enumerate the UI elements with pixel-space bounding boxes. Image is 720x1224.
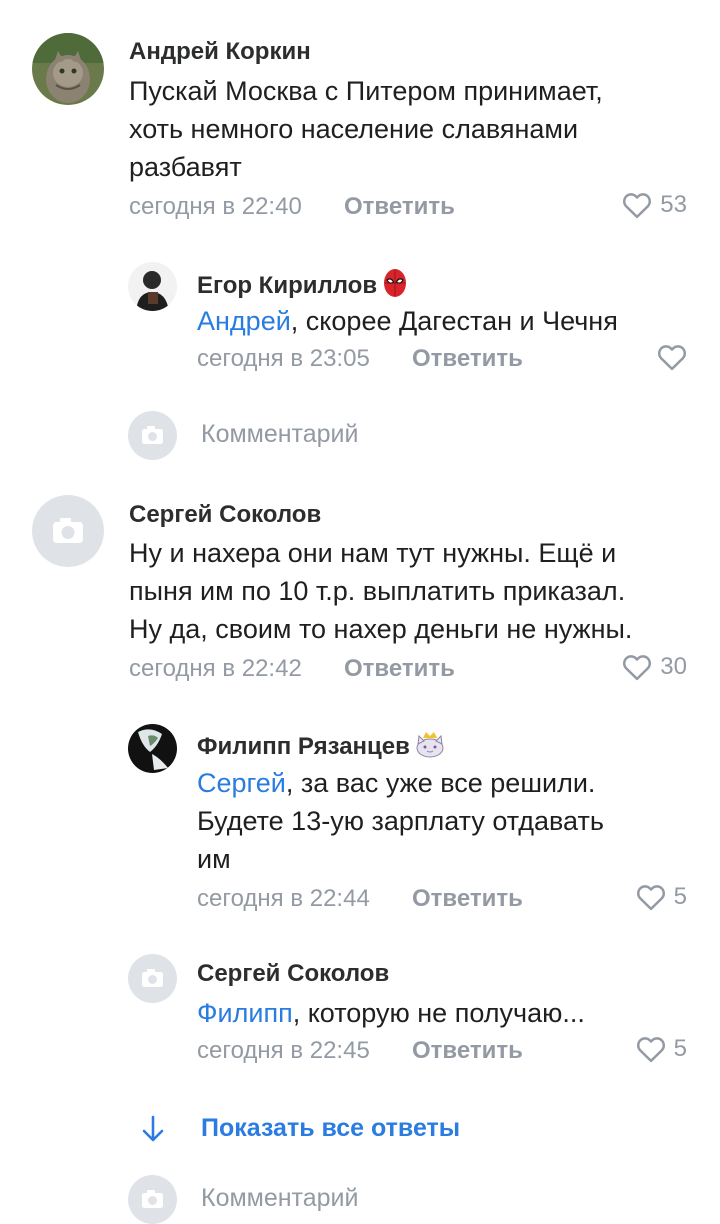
comment-author[interactable]: Сергей Соколов	[129, 501, 321, 529]
reply-timestamp: сегодня в 22:44	[197, 885, 370, 912]
like-count: 5	[673, 1035, 687, 1062]
camera-icon	[142, 969, 163, 987]
camera-icon	[53, 518, 83, 543]
comment-text: Ну и нахера они нам тут нужны. Ещё и пын…	[129, 534, 709, 648]
reply-button[interactable]: Ответить	[344, 193, 455, 221]
person-photo-icon	[128, 262, 177, 311]
like-button[interactable]: 5	[636, 1035, 687, 1063]
arrow-down-icon[interactable]	[140, 1114, 166, 1144]
show-all-replies-button[interactable]: Показать все ответы	[201, 1114, 460, 1143]
comment-text-line: Ну и нахера они нам тут нужны. Ещё и	[129, 538, 617, 568]
mention-link[interactable]: Филипп	[197, 998, 293, 1028]
comment-text-line: Пускай Москва с Питером принимает,	[129, 76, 603, 106]
spider-man-emoji-icon	[383, 268, 407, 305]
reply-button[interactable]: Ответить	[344, 655, 455, 683]
avatar[interactable]	[128, 262, 177, 311]
reply-text-line: Будете 13-ую зарплату отдавать	[197, 806, 604, 836]
like-count: 5	[673, 883, 687, 910]
comment-text-line: Ну да, своим то нахер деньги не нужны.	[129, 614, 633, 644]
heart-icon	[636, 885, 665, 911]
comment-text-line: разбавят	[129, 152, 242, 182]
heart-icon	[657, 345, 687, 371]
reply-author[interactable]: Егор Кириллов	[197, 268, 407, 305]
comment-author[interactable]: Андрей Коркин	[129, 38, 311, 66]
comment-timestamp: сегодня в 22:40	[129, 193, 302, 220]
comment-timestamp: сегодня в 22:42	[129, 655, 302, 682]
like-button[interactable]: 30	[622, 653, 687, 681]
reply-author[interactable]: Сергей Соколов	[197, 960, 389, 988]
reply-button[interactable]: Ответить	[412, 1037, 523, 1065]
avatar	[128, 411, 177, 460]
avatar[interactable]	[32, 33, 104, 105]
reply-text-body: , за вас уже все решили.	[285, 768, 596, 798]
reply-author-name: Егор Кириллов	[197, 271, 378, 299]
reply-timestamp: сегодня в 23:05	[197, 345, 370, 372]
avatar[interactable]	[128, 954, 177, 1003]
reply-author[interactable]: Филипп Рязанцев	[197, 730, 448, 765]
avatar[interactable]	[32, 495, 104, 567]
comment-input[interactable]: Комментарий	[201, 1184, 358, 1213]
reply-text-body: , которую не получаю...	[292, 998, 585, 1028]
reply-text-body: , скорее Дагестан и Чечня	[290, 306, 618, 336]
heart-icon	[623, 655, 652, 681]
reply-timestamp: сегодня в 22:45	[197, 1037, 370, 1064]
mention-link[interactable]: Андрей	[197, 306, 291, 336]
reply-text: Филипп, которую не получаю...	[197, 994, 697, 1032]
reply-button[interactable]: Ответить	[412, 345, 523, 373]
reply-text-line: им	[197, 844, 231, 874]
like-button[interactable]	[657, 343, 687, 371]
reply-author-name: Филипп Рязанцев	[197, 732, 410, 760]
comment-text-line: пыня им по 10 т.р. выплатить приказал.	[129, 576, 626, 606]
comment-text-line: хоть немного население славянами	[129, 114, 579, 144]
like-button[interactable]: 5	[636, 883, 687, 911]
mention-link[interactable]: Сергей	[197, 768, 286, 798]
reply-text: Андрей, скорее Дагестан и Чечня	[197, 302, 697, 340]
comment-text: Пускай Москва с Питером принимает, хоть …	[129, 72, 699, 186]
like-button[interactable]: 53	[622, 191, 687, 219]
like-count: 30	[660, 653, 687, 680]
photo-avatar-icon	[128, 724, 177, 773]
heart-icon	[623, 193, 652, 219]
cat-photo-icon	[32, 33, 104, 105]
comment-input[interactable]: Комментарий	[201, 420, 358, 449]
avatar[interactable]	[128, 724, 177, 773]
heart-icon	[636, 1037, 665, 1063]
reply-text: Сергей, за вас уже все решили. Будете 13…	[197, 764, 697, 878]
reply-button[interactable]: Ответить	[412, 885, 523, 913]
camera-icon	[142, 426, 163, 444]
like-count: 53	[660, 191, 687, 218]
crowned-cat-emoji-icon	[412, 730, 448, 765]
